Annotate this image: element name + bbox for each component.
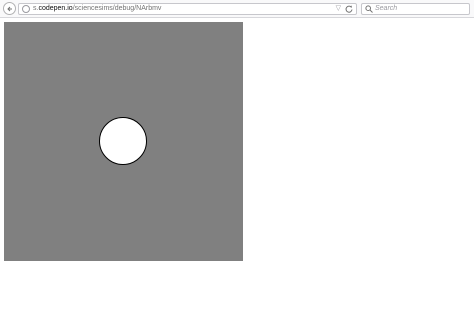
reload-icon[interactable] xyxy=(344,4,354,14)
search-bar[interactable]: Search xyxy=(361,3,470,15)
search-icon xyxy=(365,5,373,13)
url-path: /sciencesims/debug/NArbmv xyxy=(72,5,162,12)
url-domain: codepen.io xyxy=(38,5,73,12)
white-circle[interactable] xyxy=(99,117,147,165)
browser-toolbar: s.codepen.io/sciencesims/debug/NArbmv ▽ … xyxy=(0,0,474,18)
search-placeholder: Search xyxy=(375,5,398,12)
back-button[interactable] xyxy=(3,2,16,15)
back-arrow-icon xyxy=(7,6,12,12)
url-bar[interactable]: s.codepen.io/sciencesims/debug/NArbmv ▽ xyxy=(18,3,357,15)
canvas-stage[interactable] xyxy=(4,22,243,261)
info-icon[interactable] xyxy=(22,5,30,13)
url-text: s.codepen.io/sciencesims/debug/NArbmv xyxy=(33,4,161,14)
dropdown-icon[interactable]: ▽ xyxy=(336,4,341,14)
